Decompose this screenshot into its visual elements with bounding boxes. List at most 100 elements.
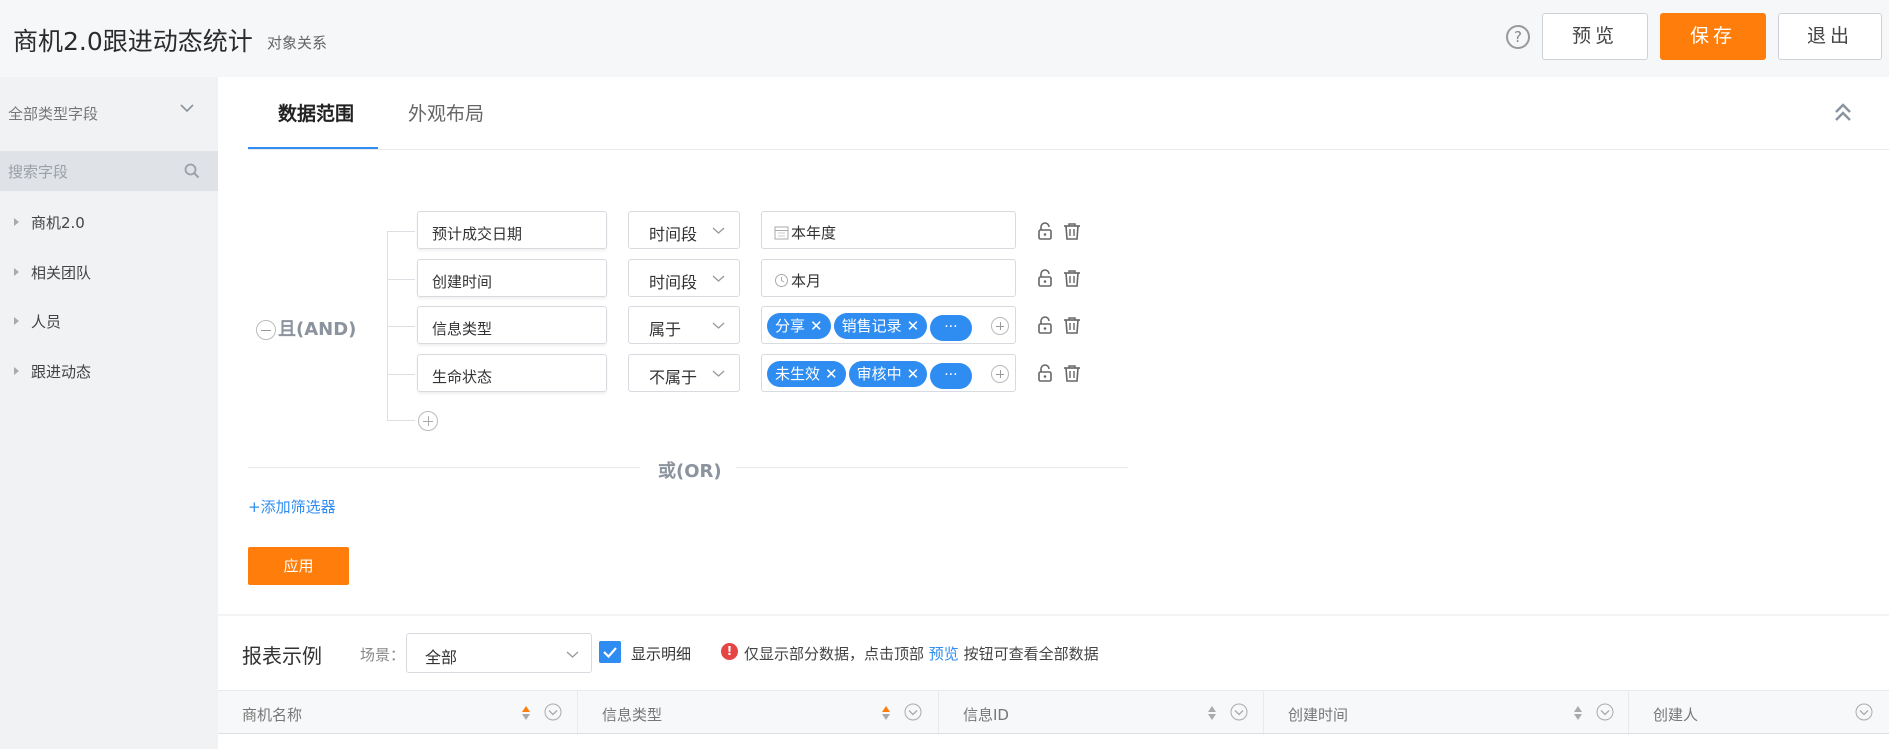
tab-divider [248, 149, 1889, 150]
column-header[interactable]: 商机名称 [218, 691, 578, 735]
condition-operator-select[interactable]: 时间段 [628, 211, 740, 249]
close-icon[interactable]: ✕ [825, 365, 838, 383]
chevron-down-icon[interactable] [1855, 703, 1873, 721]
trash-icon[interactable] [1063, 364, 1081, 382]
chevron-down-icon[interactable] [1230, 703, 1248, 721]
save-button[interactable]: 保存 [1660, 13, 1766, 60]
sidebar-item-person[interactable]: 人员 [14, 311, 61, 332]
partial-data-notice: 仅显示部分数据，点击顶部 预览 按钮可查看全部数据 [744, 643, 1099, 664]
tag-label: 销售记录 [841, 317, 902, 335]
top-bar: 商机2.0跟进动态统计 对象关系 ? 预览 保存 退出 [0, 0, 1889, 77]
tree-connector [387, 231, 415, 232]
trash-icon[interactable] [1063, 222, 1081, 240]
object-relation-label: 对象关系 [267, 34, 328, 52]
condition-field[interactable]: 生命状态 [417, 354, 607, 392]
field-sidebar: 全部类型字段 搜索字段 商机2.0 相关团队 人员 跟进动态 [0, 77, 218, 749]
tag-chip[interactable]: 审核中 ✕ [848, 361, 928, 387]
column-header[interactable]: 创建时间 [1264, 691, 1629, 735]
condition-operator-select[interactable]: 不属于 [628, 354, 740, 392]
chevron-down-icon[interactable] [904, 703, 922, 721]
apply-button[interactable]: 应用 [248, 547, 349, 585]
sidebar-item-label: 跟进动态 [31, 363, 92, 381]
tag-chip[interactable]: 分享 ✕ [767, 313, 831, 339]
sort-icon[interactable] [881, 705, 891, 721]
or-label: 或(OR) [658, 461, 722, 482]
preview-link[interactable]: 预览 [929, 645, 959, 663]
and-group-label[interactable]: 且(AND) [256, 315, 356, 341]
add-condition-icon[interactable] [418, 411, 438, 431]
scene-select[interactable]: 全部 [406, 633, 592, 673]
more-tags-chip[interactable]: ··· [930, 363, 972, 389]
show-detail-checkbox[interactable] [599, 641, 621, 663]
tab-layout[interactable]: 外观布局 [408, 99, 484, 126]
tag-label: 审核中 [856, 365, 902, 383]
tab-data-range[interactable]: 数据范围 [278, 99, 354, 126]
sidebar-item-followup[interactable]: 跟进动态 [14, 361, 91, 382]
search-input[interactable]: 搜索字段 [8, 161, 68, 182]
search-icon[interactable] [183, 162, 201, 180]
tag-label: 分享 [775, 317, 806, 335]
trash-icon[interactable] [1063, 316, 1081, 334]
unlock-icon[interactable] [1036, 222, 1054, 240]
preview-button[interactable]: 预览 [1542, 13, 1648, 60]
show-detail-label[interactable]: 显示明细 [631, 643, 691, 664]
condition-field[interactable]: 创建时间 [417, 259, 607, 297]
condition-field[interactable]: 信息类型 [417, 306, 607, 344]
chevron-down-icon[interactable] [544, 703, 562, 721]
add-value-icon[interactable] [991, 317, 1009, 335]
sort-icon[interactable] [1207, 705, 1217, 721]
chevron-down-icon [712, 322, 725, 329]
column-header[interactable]: 创建人 [1629, 691, 1889, 735]
condition-field[interactable]: 预计成交日期 [417, 211, 607, 249]
unlock-icon[interactable] [1036, 364, 1054, 382]
column-label: 信息ID [963, 706, 1009, 724]
field-type-select[interactable]: 全部类型字段 [8, 103, 98, 124]
active-tab-indicator [248, 147, 378, 149]
condition-operator-select[interactable]: 时间段 [628, 259, 740, 297]
close-icon[interactable]: ✕ [907, 317, 920, 335]
page-title: 商机2.0跟进动态统计 [13, 27, 253, 56]
column-header[interactable]: 信息类型 [578, 691, 939, 735]
report-preview: 报表示例 场景： 全部 显示明细 ! 仅显示部分数据，点击顶部 预览 按钮可查看… [218, 616, 1889, 749]
add-value-icon[interactable] [991, 365, 1009, 383]
tag-chip[interactable]: 销售记录 ✕ [833, 313, 928, 339]
and-label-text: 且(AND) [278, 319, 357, 340]
close-icon[interactable]: ✕ [907, 365, 920, 383]
condition-value-input[interactable]: 本年度 [761, 211, 1016, 249]
sidebar-item-opportunity[interactable]: 商机2.0 [14, 212, 85, 233]
exit-button[interactable]: 退出 [1778, 13, 1882, 60]
value-text: 本年度 [791, 224, 837, 242]
sort-icon[interactable] [1573, 705, 1583, 721]
search-field-box[interactable]: 搜索字段 [0, 151, 218, 191]
collapse-icon[interactable] [1832, 101, 1854, 125]
column-header[interactable]: 信息ID [939, 691, 1264, 735]
chevron-down-icon [712, 275, 725, 282]
column-label: 创建时间 [1288, 706, 1349, 724]
condition-tag-input[interactable]: 分享 ✕ 销售记录 ✕ ··· [761, 306, 1016, 344]
column-label: 创建人 [1653, 706, 1699, 724]
close-icon[interactable]: ✕ [810, 317, 823, 335]
sort-icon[interactable] [521, 705, 531, 721]
trash-icon[interactable] [1063, 269, 1081, 287]
help-icon[interactable]: ? [1506, 25, 1530, 49]
operator-label: 时间段 [649, 273, 698, 292]
filter-panel: 数据范围 外观布局 且(AND) 预计成交日期 时间段 本年度 创建时间 时间段… [218, 77, 1889, 614]
sidebar-item-team[interactable]: 相关团队 [14, 262, 91, 283]
scene-value: 全部 [425, 648, 458, 667]
tree-connector [387, 374, 415, 375]
tree-connector [387, 279, 415, 280]
minus-circle-icon[interactable] [256, 320, 276, 340]
condition-operator-select[interactable]: 属于 [628, 306, 740, 344]
add-filter-link[interactable]: +添加筛选器 [248, 496, 336, 517]
chevron-down-icon[interactable] [180, 101, 194, 115]
condition-value-input[interactable]: 本月 [761, 259, 1016, 297]
column-label: 信息类型 [602, 706, 663, 724]
tag-chip[interactable]: 未生效 ✕ [767, 361, 846, 387]
unlock-icon[interactable] [1036, 269, 1054, 287]
column-label: 商机名称 [242, 706, 303, 724]
unlock-icon[interactable] [1036, 316, 1054, 334]
chevron-down-icon[interactable] [1596, 703, 1614, 721]
more-tags-chip[interactable]: ··· [930, 315, 972, 341]
condition-tag-input[interactable]: 未生效 ✕ 审核中 ✕ ··· [761, 354, 1016, 392]
caret-right-icon [14, 367, 19, 375]
